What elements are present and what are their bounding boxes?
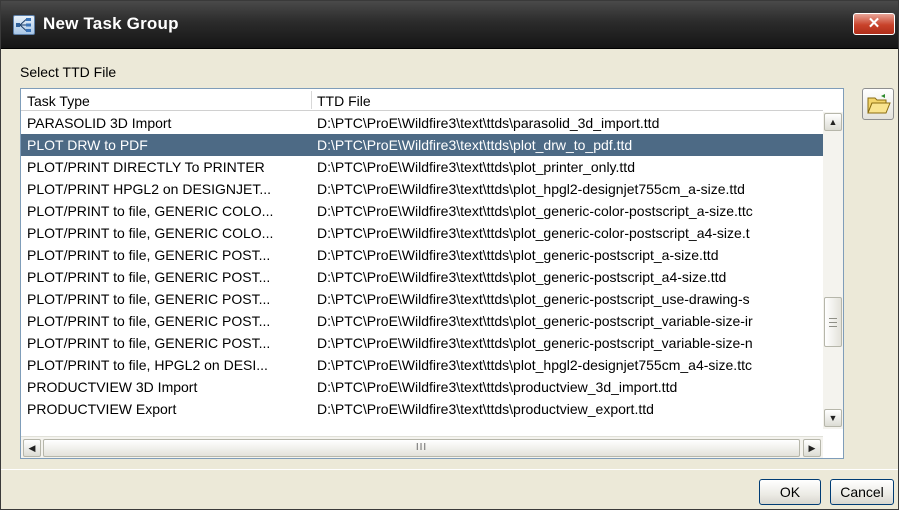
column-header-task-type[interactable]: Task Type — [27, 93, 90, 109]
ttd-file-cell: D:\PTC\ProE\Wildfire3\text\ttds\plot_gen… — [317, 247, 719, 263]
horizontal-scroll-thumb[interactable]: III — [43, 439, 800, 457]
task-type-cell: PLOT/PRINT HPGL2 on DESIGNJET... — [27, 181, 272, 197]
arrow-up-icon: ▲ — [828, 117, 838, 127]
task-type-cell: PLOT/PRINT to file, GENERIC POST... — [27, 269, 271, 285]
column-divider[interactable] — [311, 91, 312, 109]
task-group-icon — [13, 15, 35, 35]
list-item[interactable]: PLOT/PRINT to file, GENERIC POST... D:\PT… — [21, 266, 823, 288]
task-type-cell: PLOT DRW to PDF — [27, 137, 148, 153]
arrow-right-icon: ▶ — [808, 443, 816, 453]
ttd-file-cell: D:\PTC\ProE\Wildfire3\text\ttds\plot_gen… — [317, 225, 750, 241]
horizontal-scrollbar[interactable]: ◀ III ▶ — [21, 436, 823, 458]
close-button[interactable]: ✕ — [853, 13, 895, 35]
list-item[interactable]: PLOT/PRINT to file, HPGL2 on DESI... D:\P… — [21, 354, 823, 376]
list-item[interactable]: PLOT/PRINT to file, GENERIC POST... D:\PT… — [21, 310, 823, 332]
grip-icon: III — [415, 442, 428, 453]
task-type-cell: PLOT/PRINT to file, GENERIC POST... — [27, 335, 271, 351]
select-ttd-label: Select TTD File — [20, 64, 117, 80]
list-item[interactable]: PLOT/PRINT to file, GENERIC COLO... D:\PT… — [21, 222, 823, 244]
scroll-down-button[interactable]: ▼ — [824, 409, 842, 427]
ttd-file-cell: D:\PTC\ProE\Wildfire3\text\ttds\productv… — [317, 379, 678, 395]
ttd-file-cell: D:\PTC\ProE\Wildfire3\text\ttds\plot_pri… — [317, 159, 635, 175]
task-type-cell: PLOT/PRINT to file, GENERIC POST... — [27, 291, 271, 307]
open-folder-icon — [867, 94, 891, 114]
new-task-group-dialog: New Task Group ✕ Select TTD File Task Ty… — [0, 0, 899, 510]
browse-folder-button[interactable] — [862, 88, 894, 120]
task-type-cell: PRODUCTVIEW 3D Import — [27, 379, 198, 395]
grip-line — [829, 322, 837, 323]
ttd-file-cell: D:\PTC\ProE\Wildfire3\text\ttds\plot_gen… — [317, 335, 753, 351]
ttd-file-cell: D:\PTC\ProE\Wildfire3\text\ttds\plot_gen… — [317, 269, 727, 285]
ok-button[interactable]: OK — [759, 479, 821, 505]
title-bar[interactable]: New Task Group ✕ — [1, 1, 898, 49]
task-type-cell: PLOT/PRINT to file, GENERIC POST... — [27, 313, 271, 329]
list-item[interactable]: PLOT/PRINT to file, GENERIC POST... D:\PT… — [21, 288, 823, 310]
ttd-file-cell: D:\PTC\ProE\Wildfire3\text\ttds\parasoli… — [317, 115, 660, 131]
grip-line — [829, 326, 837, 327]
ttd-file-list[interactable]: Task Type TTD File PARASOLID 3D Import D:… — [20, 88, 844, 459]
list-item[interactable]: PLOT/PRINT to file, GENERIC POST... D:\PT… — [21, 244, 823, 266]
task-type-cell: PRODUCTVIEW Export — [27, 401, 177, 417]
list-item[interactable]: PRODUCTVIEW 3D Import D:\PTC\ProE\Wildfir… — [21, 376, 823, 398]
list-header: Task Type TTD File — [21, 89, 823, 111]
close-icon: ✕ — [867, 15, 881, 32]
ttd-file-cell: D:\PTC\ProE\Wildfire3\text\ttds\plot_hpg… — [317, 181, 745, 197]
vertical-scrollbar[interactable]: ▲ ▼ — [823, 112, 843, 429]
grip-line — [829, 318, 837, 319]
task-type-cell: PLOT/PRINT DIRECTLY To PRINTER — [27, 159, 265, 175]
scroll-right-button[interactable]: ▶ — [803, 439, 821, 457]
list-item[interactable]: PLOT/PRINT DIRECTLY To PRINTER D:\PTC\Pro… — [21, 156, 823, 178]
arrow-left-icon: ◀ — [28, 443, 36, 453]
task-type-cell: PARASOLID 3D Import — [27, 115, 172, 131]
vertical-scroll-thumb[interactable] — [824, 297, 842, 347]
scroll-up-button[interactable]: ▲ — [824, 113, 842, 131]
ttd-file-cell: D:\PTC\ProE\Wildfire3\text\ttds\productv… — [317, 401, 654, 417]
task-type-cell: PLOT/PRINT to file, GENERIC COLO... — [27, 203, 274, 219]
list-item[interactable]: PARASOLID 3D Import D:\PTC\ProE\Wildfire3… — [21, 112, 823, 134]
scroll-left-button[interactable]: ◀ — [23, 439, 41, 457]
arrow-down-icon: ▼ — [828, 413, 838, 423]
ttd-file-cell: D:\PTC\ProE\Wildfire3\text\ttds\plot_gen… — [317, 203, 753, 219]
list-item[interactable]: PRODUCTVIEW Export D:\PTC\ProE\Wildfire3\… — [21, 398, 823, 420]
column-header-ttd-file[interactable]: TTD File — [317, 93, 371, 109]
list-item[interactable]: PLOT/PRINT to file, GENERIC COLO... D:\PT… — [21, 200, 823, 222]
ttd-file-cell: D:\PTC\ProE\Wildfire3\text\ttds\plot_drw… — [317, 137, 633, 153]
task-type-cell: PLOT/PRINT to file, GENERIC COLO... — [27, 225, 274, 241]
list-item-selected[interactable]: PLOT DRW to PDF D:\PTC\ProE\Wildfire3\tex… — [21, 134, 823, 156]
cancel-button[interactable]: Cancel — [830, 479, 894, 505]
list-item[interactable]: PLOT/PRINT HPGL2 on DESIGNJET... D:\PTC\P… — [21, 178, 823, 200]
task-type-cell: PLOT/PRINT to file, HPGL2 on DESI... — [27, 357, 268, 373]
ttd-file-cell: D:\PTC\ProE\Wildfire3\text\ttds\plot_gen… — [317, 313, 753, 329]
divider — [1, 469, 898, 470]
list-item[interactable]: PLOT/PRINT to file, GENERIC POST... D:\PT… — [21, 332, 823, 354]
task-type-cell: PLOT/PRINT to file, GENERIC POST... — [27, 247, 271, 263]
window-title: New Task Group — [43, 14, 179, 33]
ttd-file-cell: D:\PTC\ProE\Wildfire3\text\ttds\plot_gen… — [317, 291, 750, 307]
ttd-file-cell: D:\PTC\ProE\Wildfire3\text\ttds\plot_hpg… — [317, 357, 752, 373]
list-rows: PARASOLID 3D Import D:\PTC\ProE\Wildfire3… — [21, 112, 823, 429]
